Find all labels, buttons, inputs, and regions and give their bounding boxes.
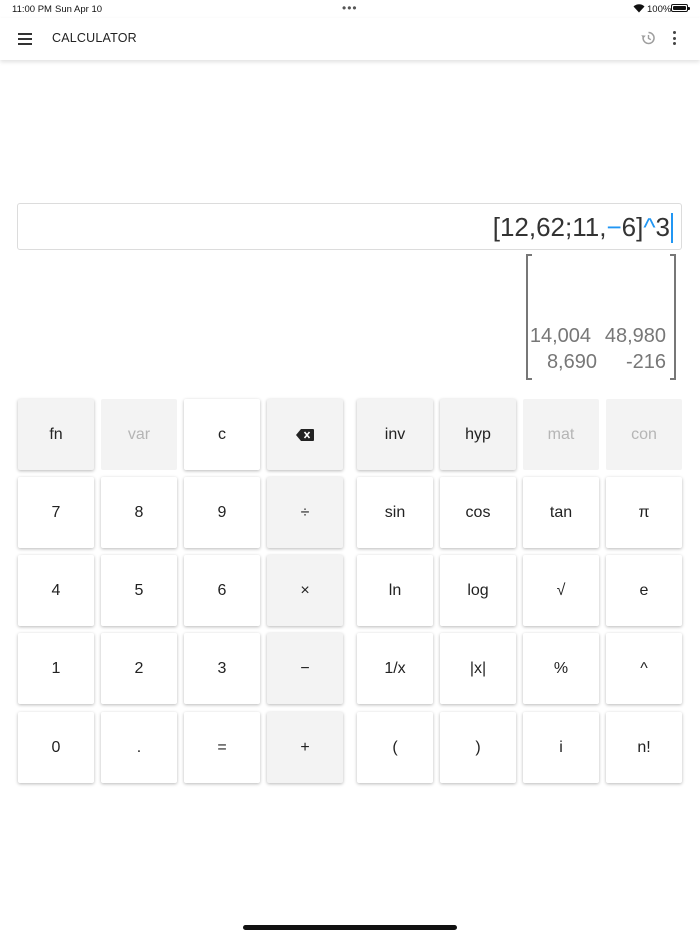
key-4[interactable]: 4 [18, 555, 94, 626]
matrix-cell: 14,004 [529, 325, 591, 347]
key-cos[interactable]: cos [440, 477, 516, 548]
key-ln[interactable]: ln [357, 555, 433, 626]
app-title: CALCULATOR [52, 31, 137, 45]
overflow-menu-icon[interactable] [672, 30, 678, 46]
key-i[interactable]: i [523, 712, 599, 783]
key-5[interactable]: 5 [101, 555, 177, 626]
key-divide[interactable]: ÷ [267, 477, 343, 548]
battery-icon [671, 4, 690, 12]
menu-icon[interactable] [18, 33, 32, 45]
matrix-cell: 48,980 [604, 325, 666, 347]
key-tan[interactable]: tan [523, 477, 599, 548]
key-7[interactable]: 7 [18, 477, 94, 548]
key-open-paren[interactable]: ( [357, 712, 433, 783]
text-cursor [671, 213, 673, 243]
key-pi[interactable]: π [606, 477, 682, 548]
key-inv[interactable]: inv [357, 399, 433, 470]
key-mat[interactable]: mat [523, 399, 599, 470]
expression-part: 6] [621, 212, 644, 242]
key-power[interactable]: ^ [606, 633, 682, 704]
key-decimal[interactable]: . [101, 712, 177, 783]
key-reciprocal[interactable]: 1/x [357, 633, 433, 704]
key-fn[interactable]: fn [18, 399, 94, 470]
key-e[interactable]: e [606, 555, 682, 626]
key-8[interactable]: 8 [101, 477, 177, 548]
key-close-paren[interactable]: ) [440, 712, 516, 783]
key-2[interactable]: 2 [101, 633, 177, 704]
key-minus[interactable]: − [267, 633, 343, 704]
backspace-icon [296, 428, 314, 441]
key-1[interactable]: 1 [18, 633, 94, 704]
status-date: Sun Apr 10 [55, 4, 103, 15]
backspace-key[interactable] [267, 399, 343, 470]
status-time: 11:00 PM [12, 4, 52, 15]
expression-minus: − [606, 212, 622, 242]
matrix-bracket-right [670, 254, 676, 380]
expression-power-operator: ^ [643, 212, 656, 242]
key-sin[interactable]: sin [357, 477, 433, 548]
key-abs[interactable]: |x| [440, 633, 516, 704]
matrix-bracket-left [526, 254, 532, 380]
matrix-cell: 8,690 [546, 351, 597, 373]
result-matrix: 14,004 48,980 8,690 -216 [526, 254, 676, 380]
key-equals[interactable]: = [184, 712, 260, 783]
history-icon[interactable] [640, 30, 656, 46]
expression-text: [12,62;11,−6]^3 [493, 212, 673, 243]
key-log[interactable]: log [440, 555, 516, 626]
key-sqrt[interactable]: √ [523, 555, 599, 626]
key-9[interactable]: 9 [184, 477, 260, 548]
expression-part: 3 [655, 212, 670, 242]
multitask-dots-icon[interactable]: ••• [342, 1, 358, 15]
battery-percent: 100% [647, 4, 672, 15]
key-0[interactable]: 0 [18, 712, 94, 783]
key-con[interactable]: con [606, 399, 682, 470]
app-bar: CALCULATOR [0, 18, 700, 60]
key-var[interactable]: var [101, 399, 177, 470]
key-hyp[interactable]: hyp [440, 399, 516, 470]
expression-input[interactable]: [12,62;11,−6]^3 [17, 203, 682, 250]
key-percent[interactable]: % [523, 633, 599, 704]
key-3[interactable]: 3 [184, 633, 260, 704]
key-factorial[interactable]: n! [606, 712, 682, 783]
key-c[interactable]: c [184, 399, 260, 470]
key-multiply[interactable]: × [267, 555, 343, 626]
key-plus[interactable]: + [267, 712, 343, 783]
status-bar: 11:00 PM Sun Apr 10 ••• 100% [0, 0, 700, 18]
expression-part: [12,62;11, [492, 212, 607, 242]
key-6[interactable]: 6 [184, 555, 260, 626]
home-indicator [243, 925, 457, 930]
matrix-cell: -216 [625, 351, 666, 373]
wifi-icon [633, 4, 645, 13]
